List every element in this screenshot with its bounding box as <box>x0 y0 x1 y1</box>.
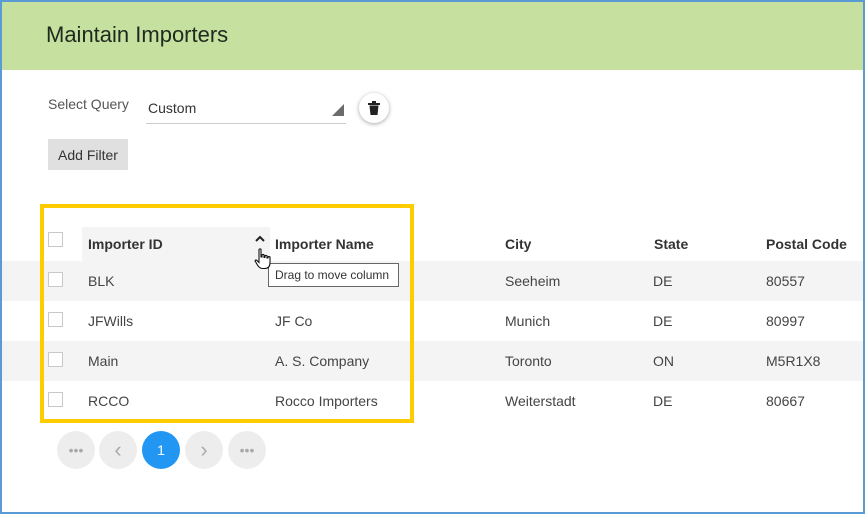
postal-code-cell: 80997 <box>766 313 805 329</box>
trash-icon <box>368 101 380 115</box>
postal-code-cell: 80667 <box>766 393 805 409</box>
importer-id-cell: BLK <box>88 273 115 289</box>
table-row[interactable]: JFWills JF Co Munich DE 80997 <box>2 301 863 341</box>
city-cell: Toronto <box>505 353 552 369</box>
page-1-button[interactable]: 1 <box>142 431 180 469</box>
add-filter-button[interactable]: Add Filter <box>48 139 128 170</box>
city-cell: Seeheim <box>505 273 561 289</box>
postal-code-cell: M5R1X8 <box>766 353 821 369</box>
column-header-importer-id[interactable]: Importer ID <box>88 236 163 252</box>
importer-id-cell: JFWills <box>88 313 134 329</box>
table-row[interactable]: BLK Seeheim DE 80557 <box>2 261 863 301</box>
drag-column-tooltip: Drag to move column <box>268 263 399 287</box>
page-header: Maintain Importers <box>2 2 863 70</box>
prev-page-button[interactable]: ‹ <box>99 431 137 469</box>
table-header-row: Importer ID Importer Name City State Pos… <box>2 223 863 263</box>
postal-code-cell: 80557 <box>766 273 805 289</box>
state-cell: DE <box>653 393 673 409</box>
column-header-postal-code[interactable]: Postal Code <box>766 236 847 252</box>
city-cell: Weiterstadt <box>505 393 576 409</box>
city-cell: Munich <box>505 313 551 329</box>
page-title: Maintain Importers <box>46 22 229 47</box>
column-header-state[interactable]: State <box>654 236 688 252</box>
column-header-city[interactable]: City <box>505 236 531 252</box>
dropdown-arrow-icon <box>332 104 344 116</box>
last-page-button[interactable]: ••• <box>228 431 266 469</box>
importer-name-cell: Rocco Importers <box>275 393 378 409</box>
state-cell: DE <box>653 273 673 289</box>
select-all-checkbox[interactable] <box>48 232 63 247</box>
importer-name-cell: JF Co <box>275 313 313 329</box>
row-checkbox[interactable] <box>48 312 63 327</box>
state-cell: ON <box>653 353 674 369</box>
delete-query-button[interactable] <box>359 93 389 123</box>
row-checkbox[interactable] <box>48 392 63 407</box>
select-query-value: Custom <box>148 100 197 116</box>
importer-id-cell: RCCO <box>88 393 130 409</box>
next-page-button[interactable]: › <box>185 431 223 469</box>
state-cell: DE <box>653 313 673 329</box>
column-header-importer-name[interactable]: Importer Name <box>275 236 374 252</box>
table-row[interactable]: Main A. S. Company Toronto ON M5R1X8 <box>2 341 863 381</box>
app-window: Maintain Importers Select Query Custom A… <box>0 0 865 514</box>
first-page-button[interactable]: ••• <box>57 431 95 469</box>
importer-name-cell: A. S. Company <box>275 353 370 369</box>
sort-ascending-icon[interactable] <box>255 235 265 242</box>
row-checkbox[interactable] <box>48 272 63 287</box>
table-row[interactable]: RCCO Rocco Importers Weiterstadt DE 8066… <box>2 381 863 421</box>
select-query-dropdown[interactable]: Custom <box>146 92 346 124</box>
select-query-label: Select Query <box>48 96 129 112</box>
row-checkbox[interactable] <box>48 352 63 367</box>
importer-id-cell: Main <box>88 353 119 369</box>
hand-pointer-cursor-icon <box>254 248 271 270</box>
